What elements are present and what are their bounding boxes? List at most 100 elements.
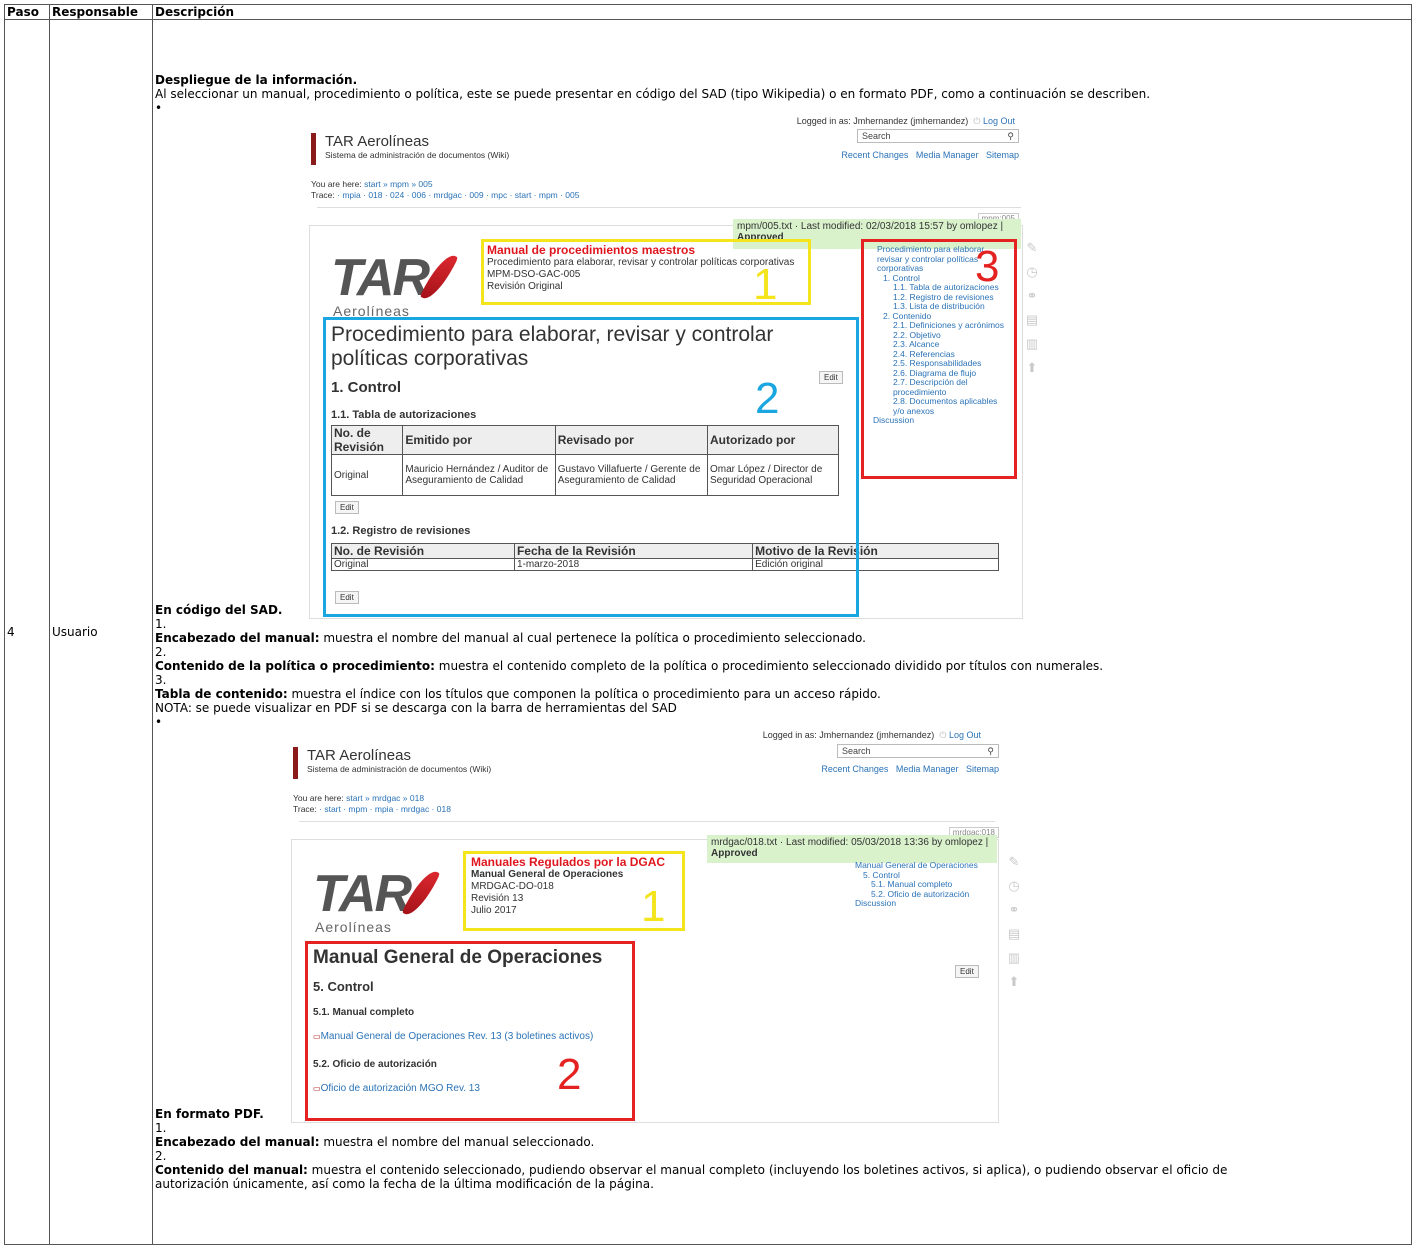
sec2-item-1-text: muestra el nombre del manual seleccionad… bbox=[319, 1135, 595, 1149]
sec1-item-2-label: Contenido de la política o procedimiento… bbox=[155, 659, 435, 673]
search-input[interactable]: Search ⚲ bbox=[837, 744, 999, 758]
trace: Trace: · mpia · 018 · 024 · 006 · mrdgac… bbox=[311, 190, 580, 200]
sec2-item-1: Encabezado del manual: muestra el nombre… bbox=[155, 1135, 1409, 1149]
backlinks-icon[interactable]: ⚭ bbox=[1025, 289, 1039, 303]
tar-logo: TAR bbox=[331, 249, 430, 307]
trace-path[interactable]: · start · mpm · mpia · mrdgac · 018 bbox=[319, 804, 451, 814]
export-pdf-icon[interactable]: ▤ bbox=[1007, 927, 1021, 941]
last-modified: mpm/005.txt · Last modified: 02/03/2018 … bbox=[737, 221, 1004, 232]
sec1-item-2-number: 2. bbox=[155, 645, 167, 659]
bullet-2: • bbox=[155, 715, 163, 729]
sec2-last-line: autorización únicamente, así como la fec… bbox=[155, 1177, 654, 1191]
export-pdf-icon[interactable]: ▤ bbox=[1025, 313, 1039, 327]
trace: Trace: · start · mpm · mpia · mrdgac · 0… bbox=[293, 804, 451, 814]
toc-item[interactable]: Discussion bbox=[847, 898, 987, 909]
highlight-box-2 bbox=[305, 941, 635, 1121]
approved-status: Approved bbox=[711, 848, 758, 859]
sec1-item-1-number: 1. bbox=[155, 617, 167, 631]
back-to-top-icon[interactable]: ⬆ bbox=[1025, 361, 1039, 375]
search-placeholder: Search bbox=[862, 131, 891, 141]
sec1-item-1-text: muestra el nombre del manual al cual per… bbox=[319, 631, 866, 645]
logged-in-text: Logged in as: Jmhernandez (jmhernandez) bbox=[762, 730, 935, 740]
sec1-item-3-number: 3. bbox=[155, 673, 167, 687]
logout-link[interactable]: Log Out bbox=[983, 116, 1015, 126]
sec1-item-3-text: muestra el índice con los títulos que co… bbox=[287, 687, 881, 701]
bullet-1: • bbox=[155, 101, 163, 115]
edit-button[interactable]: Edit bbox=[955, 965, 979, 978]
callout-number-2: 2 bbox=[557, 1050, 582, 1099]
breadcrumb: You are here: start » mpm » 005 bbox=[311, 179, 433, 189]
sec1-item-2: Contenido de la política o procedimiento… bbox=[155, 659, 1409, 673]
logout-link[interactable]: Log Out bbox=[949, 730, 981, 740]
search-placeholder: Search bbox=[842, 746, 871, 756]
site-subtitle: Sistema de administración de documentos … bbox=[325, 150, 510, 160]
search-icon: ⚲ bbox=[1007, 131, 1014, 141]
edit-pencil-icon[interactable]: ✎ bbox=[1025, 241, 1039, 255]
trace-label: Trace: bbox=[311, 190, 335, 200]
callout-number-1: 1 bbox=[641, 882, 666, 931]
login-status: Logged in as: Jmhernandez (jmhernandez) … bbox=[763, 730, 981, 741]
search-icon: ⚲ bbox=[987, 746, 994, 756]
search-input[interactable]: Search ⚲ bbox=[857, 129, 1019, 143]
sitemap-link[interactable]: Sitemap bbox=[966, 764, 999, 774]
highlight-box-2 bbox=[323, 317, 859, 617]
brand-bar bbox=[311, 133, 316, 165]
site-title: TAR Aerolíneas bbox=[325, 133, 429, 150]
media-manager-link[interactable]: Media Manager bbox=[896, 764, 959, 774]
callout-number-3: 3 bbox=[975, 242, 1000, 291]
sitemap-link[interactable]: Sitemap bbox=[986, 150, 1019, 160]
media-manager-link[interactable]: Media Manager bbox=[916, 150, 979, 160]
breadcrumb-path[interactable]: start » mpm » 005 bbox=[364, 179, 433, 189]
recent-changes-link[interactable]: Recent Changes bbox=[841, 150, 908, 160]
procedure-table: Paso Responsable Descripción 4 Usuario D… bbox=[4, 4, 1412, 1245]
breadcrumb: You are here: start » mrdgac » 018 bbox=[293, 793, 424, 803]
back-to-top-icon[interactable]: ⬆ bbox=[1007, 975, 1021, 989]
sec1-item-3-label: Tabla de contenido: bbox=[155, 687, 288, 701]
top-nav: Recent Changes Media Manager Sitemap bbox=[821, 764, 999, 774]
sec2-item-1-number: 1. bbox=[155, 1121, 167, 1135]
power-icon: ⏻ bbox=[939, 730, 947, 740]
desc-title: Despliegue de la información. bbox=[155, 73, 358, 87]
backlinks-icon[interactable]: ⚭ bbox=[1007, 903, 1021, 917]
trace-label: Trace: bbox=[293, 804, 317, 814]
breadcrumb-path[interactable]: start » mrdgac » 018 bbox=[346, 793, 424, 803]
desc-intro: Al seleccionar un manual, procedimiento … bbox=[155, 87, 1151, 101]
recent-changes-link[interactable]: Recent Changes bbox=[821, 764, 888, 774]
edit-pencil-icon[interactable]: ✎ bbox=[1007, 855, 1021, 869]
sec2-caption: En formato PDF. bbox=[155, 1107, 264, 1121]
sec2-item-2: Contenido del manual: muestra el conteni… bbox=[155, 1163, 1409, 1177]
step-responsible: Usuario bbox=[49, 19, 153, 1245]
header-descripcion: Descripción bbox=[152, 4, 1412, 20]
logged-in-text: Logged in as: Jmhernandez (jmhernandez) bbox=[796, 116, 969, 126]
approval-banner: mrdgac/018.txt · Last modified: 05/03/20… bbox=[707, 835, 997, 863]
tar-logo: TAR bbox=[313, 865, 412, 923]
header-paso: Paso bbox=[4, 4, 50, 20]
site-subtitle: Sistema de administración de documentos … bbox=[307, 764, 492, 774]
breadcrumb-label: You are here: bbox=[311, 179, 362, 189]
sec2-item-2-number: 2. bbox=[155, 1149, 167, 1163]
last-modified: mrdgac/018.txt · Last modified: 05/03/20… bbox=[711, 837, 989, 848]
note: NOTA: se puede visualizar en PDF si se d… bbox=[155, 701, 677, 715]
trace-path[interactable]: · mpia · 018 · 024 · 006 · mrdgac · 009 … bbox=[337, 190, 579, 200]
step-number: 4 bbox=[4, 19, 50, 1245]
power-icon: ⏻ bbox=[973, 116, 981, 126]
pdf-icon[interactable]: ▥ bbox=[1007, 951, 1021, 965]
sec1-caption: En código del SAD. bbox=[155, 603, 283, 617]
callout-number-1: 1 bbox=[753, 260, 778, 309]
history-clock-icon[interactable]: ◷ bbox=[1007, 879, 1021, 893]
pdf-view-screenshot: Logged in as: Jmhernandez (jmhernandez) … bbox=[291, 729, 1020, 1123]
site-title: TAR Aerolíneas bbox=[307, 747, 411, 764]
history-clock-icon[interactable]: ◷ bbox=[1025, 265, 1039, 279]
sec2-item-2-label: Contenido del manual: bbox=[155, 1163, 308, 1177]
aerolineas-logo: Aerolíneas bbox=[315, 919, 392, 935]
sec1-item-2-text: muestra el contenido completo de la polí… bbox=[434, 659, 1104, 673]
breadcrumb-label: You are here: bbox=[293, 793, 344, 803]
top-nav: Recent Changes Media Manager Sitemap bbox=[841, 150, 1019, 160]
pdf-icon[interactable]: ▥ bbox=[1025, 337, 1039, 351]
step-description: Despliegue de la información. Al selecci… bbox=[152, 19, 1412, 1245]
divider bbox=[317, 207, 1021, 208]
table-of-contents: Manual General de Operaciones 5. Control… bbox=[847, 860, 987, 909]
brand-bar bbox=[293, 747, 298, 779]
sec1-item-3: Tabla de contenido: muestra el índice co… bbox=[155, 687, 1409, 701]
header-responsable: Responsable bbox=[49, 4, 153, 20]
